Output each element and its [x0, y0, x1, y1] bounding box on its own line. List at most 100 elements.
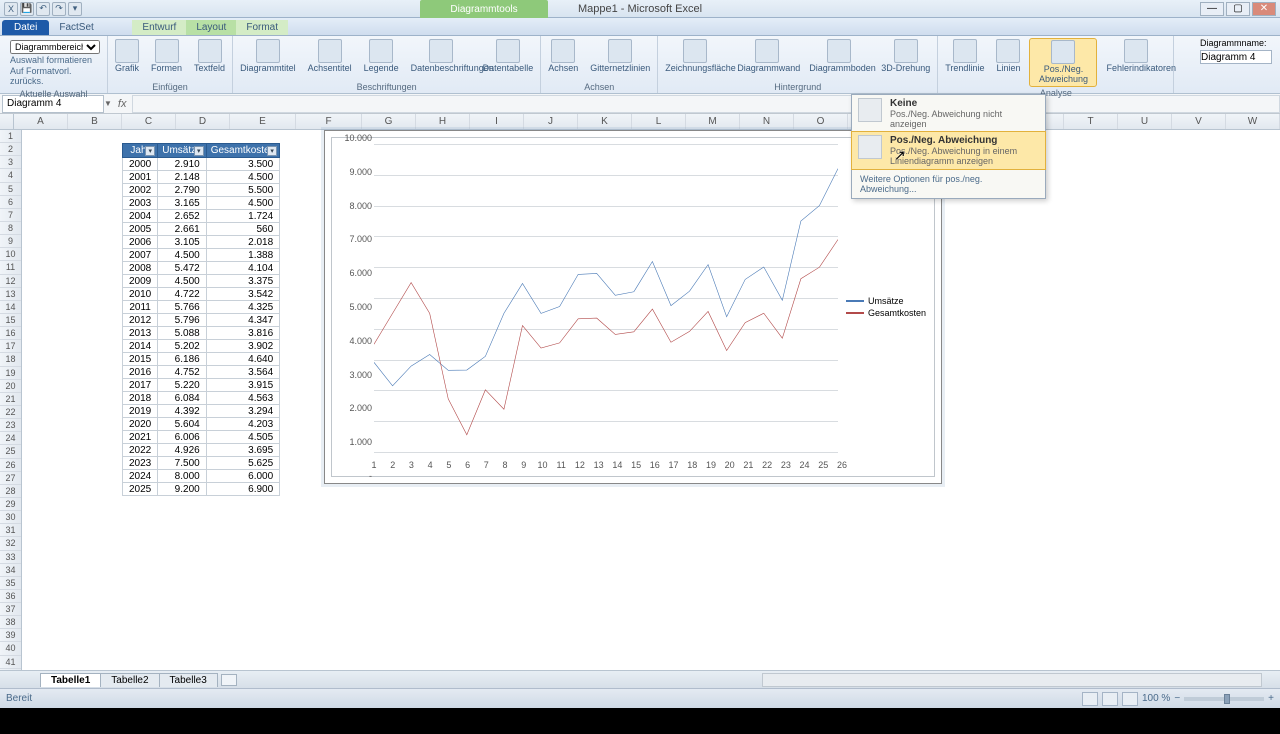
ribbon-datentabelle[interactable]: Datentabelle	[480, 38, 537, 75]
ribbon-grafik[interactable]: Grafik	[112, 38, 142, 75]
row-header[interactable]: 33	[0, 551, 21, 564]
row-header[interactable]: 30	[0, 511, 21, 524]
dropdown-item-show[interactable]: Pos./Neg. AbweichungPos./Neg. Abweichung…	[852, 132, 1045, 169]
col-header[interactable]: F	[296, 114, 362, 129]
ribbon-zeichnungsflche[interactable]: Zeichnungsfläche	[662, 38, 728, 75]
excel-icon[interactable]: X	[4, 2, 18, 16]
maximize-button[interactable]: ▢	[1226, 2, 1250, 16]
table-row[interactable]: 20164.7523.564	[123, 366, 280, 379]
row-header[interactable]: 24	[0, 432, 21, 445]
dropdown-item-none[interactable]: KeinePos./Neg. Abweichung nicht anzeigen	[852, 95, 1045, 132]
row-header[interactable]: 27	[0, 472, 21, 485]
row-header[interactable]: 36	[0, 590, 21, 603]
col-header[interactable]: K	[578, 114, 632, 129]
zoom-out-button[interactable]: −	[1174, 693, 1180, 704]
table-row[interactable]: 20125.7964.347	[123, 314, 280, 327]
table-header[interactable]: Jahr▾	[123, 144, 158, 158]
fx-icon[interactable]: fx	[118, 98, 127, 110]
tab-factset[interactable]: FactSet	[49, 20, 124, 35]
row-header[interactable]: 4	[0, 169, 21, 182]
table-row[interactable]: 20224.9263.695	[123, 444, 280, 457]
chart-legend[interactable]: Umsätze Gesamtkosten	[846, 294, 926, 320]
table-row[interactable]: 20248.0006.000	[123, 470, 280, 483]
undo-icon[interactable]: ↶	[36, 2, 50, 16]
col-header[interactable]: L	[632, 114, 686, 129]
col-header[interactable]: B	[68, 114, 122, 129]
ribbon-diagrammboden[interactable]: Diagrammboden	[806, 38, 872, 75]
table-row[interactable]: 20259.2006.900	[123, 483, 280, 496]
col-header[interactable]: V	[1172, 114, 1226, 129]
row-header[interactable]: 19	[0, 367, 21, 380]
row-header[interactable]: 18	[0, 353, 21, 366]
horizontal-scrollbar[interactable]	[762, 673, 1262, 687]
col-header[interactable]: D	[176, 114, 230, 129]
ribbon-datenbeschriftungen[interactable]: Datenbeschriftungen	[408, 38, 474, 75]
row-header[interactable]: 13	[0, 288, 21, 301]
table-row[interactable]: 20022.7905.500	[123, 184, 280, 197]
ribbon-achsentitel[interactable]: Achsentitel	[305, 38, 355, 75]
ribbon-diagrammtitel[interactable]: Diagrammtitel	[237, 38, 299, 75]
namebox-dropdown-icon[interactable]: ▼	[104, 99, 112, 108]
ribbon-trendlinie[interactable]: Trendlinie	[942, 38, 987, 75]
page-break-view-button[interactable]	[1122, 692, 1138, 706]
row-header[interactable]: 20	[0, 380, 21, 393]
format-selection-link[interactable]: Auswahl formatieren	[10, 55, 97, 65]
data-table[interactable]: Jahr▾Umsätze▾Gesamtkosten▾20002.9103.500…	[122, 143, 280, 496]
col-header[interactable]: U	[1118, 114, 1172, 129]
col-header[interactable]: A	[14, 114, 68, 129]
col-header[interactable]: T	[1064, 114, 1118, 129]
ribbon-linien[interactable]: Linien	[993, 38, 1023, 75]
row-header[interactable]: 41	[0, 656, 21, 669]
row-header[interactable]: 11	[0, 261, 21, 274]
table-row[interactable]: 20145.2023.902	[123, 340, 280, 353]
row-header[interactable]: 34	[0, 564, 21, 577]
table-row[interactable]: 20135.0883.816	[123, 327, 280, 340]
dropdown-more-options[interactable]: Weitere Optionen für pos./neg. Abweichun…	[852, 169, 1045, 198]
row-header[interactable]: 17	[0, 340, 21, 353]
row-header[interactable]: 26	[0, 459, 21, 472]
row-header[interactable]: 15	[0, 314, 21, 327]
col-header[interactable]: M	[686, 114, 740, 129]
row-header[interactable]: 14	[0, 301, 21, 314]
chartname-input[interactable]	[1200, 50, 1272, 64]
col-header[interactable]: G	[362, 114, 416, 129]
row-header[interactable]: 31	[0, 524, 21, 537]
col-header[interactable]: C	[122, 114, 176, 129]
row-header[interactable]: 12	[0, 275, 21, 288]
row-header[interactable]: 1	[0, 130, 21, 143]
filter-dropdown-icon[interactable]: ▾	[145, 146, 155, 156]
select-all-button[interactable]	[0, 114, 14, 129]
table-row[interactable]: 20085.4724.104	[123, 262, 280, 275]
row-header[interactable]: 5	[0, 183, 21, 196]
zoom-slider[interactable]	[1184, 697, 1264, 701]
row-header[interactable]: 23	[0, 419, 21, 432]
row-header[interactable]: 25	[0, 445, 21, 458]
sheet-tab[interactable]: Tabelle1	[40, 673, 101, 687]
row-header[interactable]: 21	[0, 393, 21, 406]
row-header[interactable]: 10	[0, 248, 21, 261]
chart-element-selector[interactable]: Diagrammbereich	[10, 40, 100, 54]
table-row[interactable]: 20104.7223.542	[123, 288, 280, 301]
col-header[interactable]: N	[740, 114, 794, 129]
qat-expand-icon[interactable]: ▾	[68, 2, 82, 16]
table-row[interactable]: 20194.3923.294	[123, 405, 280, 418]
row-header[interactable]: 16	[0, 327, 21, 340]
col-header[interactable]: E	[230, 114, 296, 129]
row-header[interactable]: 40	[0, 642, 21, 655]
col-header[interactable]: W	[1226, 114, 1280, 129]
row-header[interactable]: 29	[0, 498, 21, 511]
ribbon-gitternetzlinien[interactable]: Gitternetzlinien	[587, 38, 653, 75]
filter-dropdown-icon[interactable]: ▾	[267, 146, 277, 156]
table-row[interactable]: 20205.6044.203	[123, 418, 280, 431]
ribbon-formen[interactable]: Formen	[148, 38, 185, 75]
table-row[interactable]: 20052.661560	[123, 223, 280, 236]
zoom-level[interactable]: 100 %	[1142, 693, 1170, 704]
table-row[interactable]: 20012.1484.500	[123, 171, 280, 184]
ribbon-diagrammwand[interactable]: Diagrammwand	[734, 38, 800, 75]
table-row[interactable]: 20042.6521.724	[123, 210, 280, 223]
embedded-chart[interactable]: Umsätze Gesamtkosten 1234567891011121314…	[324, 130, 942, 484]
row-header[interactable]: 35	[0, 577, 21, 590]
row-header[interactable]: 3	[0, 156, 21, 169]
table-row[interactable]: 20074.5001.388	[123, 249, 280, 262]
table-row[interactable]: 20033.1654.500	[123, 197, 280, 210]
